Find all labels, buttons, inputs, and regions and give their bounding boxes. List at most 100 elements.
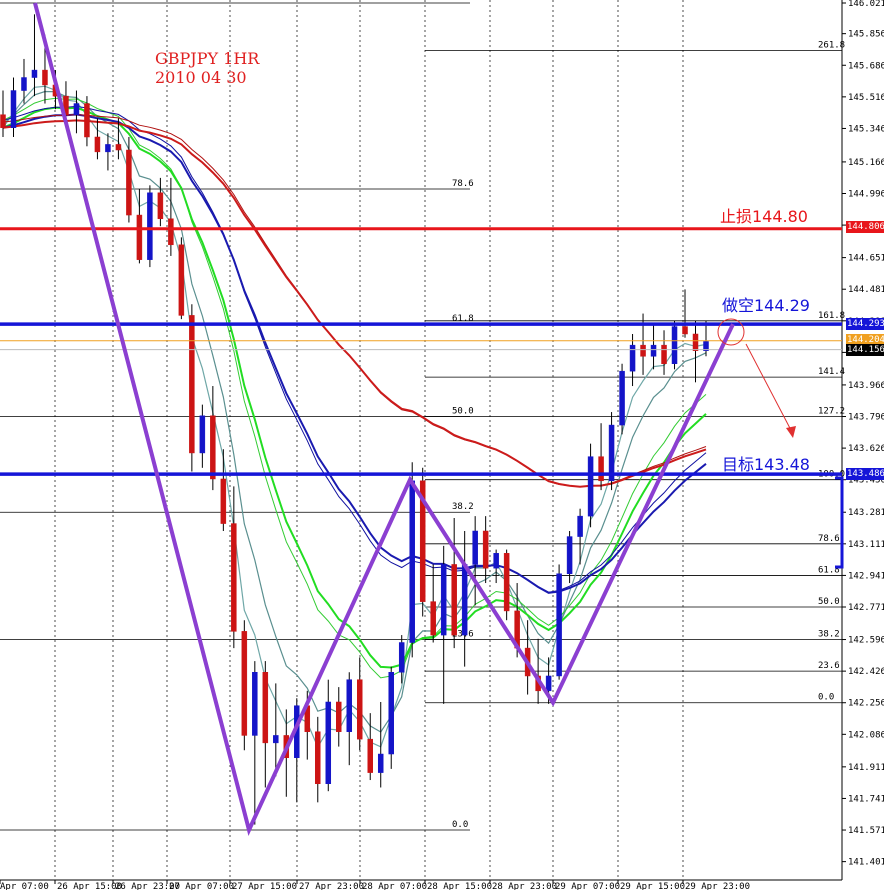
y-tick-label: 146.021	[848, 0, 884, 9]
candle-body-down	[661, 344, 667, 364]
candle-body-up	[409, 480, 415, 643]
candle-body-up	[21, 77, 27, 91]
candle-body-down	[220, 478, 227, 524]
candle-body-down	[451, 564, 457, 636]
candle-body-up	[73, 103, 80, 115]
chart-date-title: 2010 04 30	[155, 68, 247, 87]
short-price-badge: 144.293	[846, 318, 884, 330]
x-tick-label: 27 Apr 23:00	[299, 882, 364, 890]
candle-body-up	[31, 69, 38, 78]
target-range-bracket	[835, 476, 844, 569]
price-chart[interactable]: 146.021 145.856 145.686 145.516 145.346 145.1…	[0, 0, 884, 890]
x-tick-label: 28 Apr 23:00	[492, 882, 557, 890]
fibo-right-label: 23.6	[818, 661, 840, 671]
candle-body-up	[147, 192, 153, 260]
candle-body-down	[682, 326, 688, 335]
y-tick-label: 143.966	[848, 381, 884, 391]
ma-red-thick	[2, 119, 707, 488]
chart-stage: 146.021 145.856 145.686 145.516 145.346 145.1…	[0, 0, 884, 890]
candle-body-up	[398, 642, 405, 673]
bid-price-badge: 144.156	[846, 344, 884, 356]
y-tick-label: 145.166	[848, 158, 884, 168]
y-tick-label: 142.771	[848, 603, 884, 613]
candle-body-down	[42, 69, 48, 86]
candle-body-up	[105, 144, 111, 153]
y-tick-label: 144.996	[848, 189, 884, 199]
candle-body-down	[692, 333, 699, 351]
x-tick-label: 28 Apr 15:00	[427, 882, 492, 890]
y-tick-label: 145.346	[848, 124, 884, 134]
y-tick-label: 143.796	[848, 413, 884, 423]
y-tick-label: 142.941	[848, 571, 884, 581]
fibo-left-label: 0.0	[452, 820, 468, 830]
candle-body-down	[178, 244, 185, 316]
candle-body-up	[388, 671, 394, 755]
y-tick-label: 145.516	[848, 93, 884, 103]
candle-body-down	[157, 192, 164, 220]
y-tick-label: 142.596	[848, 636, 884, 646]
candle-body-down	[136, 214, 143, 260]
fibo-right-label: 38.2	[818, 630, 840, 640]
candle-body-up	[440, 564, 447, 636]
candle-body-up	[493, 553, 499, 569]
x-tick-label: 29 Apr 23:00	[685, 882, 750, 890]
y-tick-label: 141.401	[848, 858, 884, 868]
y-tick-label: 141.911	[848, 763, 884, 773]
fibo-left-label: 78.6	[452, 179, 474, 189]
x-tick-label: 26 Apr 15:00	[57, 882, 122, 890]
candle-body-up	[619, 370, 625, 426]
candle-body-up	[587, 456, 594, 517]
ma-blue-thick	[2, 113, 707, 594]
x-tick-label: 27 Apr 15:00	[232, 882, 297, 890]
candle-body-down	[430, 601, 436, 636]
candle-body-down	[115, 144, 122, 151]
y-tick-label: 142.426	[848, 667, 884, 677]
y-tick-label: 143.626	[848, 444, 884, 454]
y-tick-label: 145.686	[848, 61, 884, 71]
ma-red-thin	[2, 114, 707, 488]
chart-symbol-title: GBPJPY 1HR	[155, 49, 260, 68]
candle-body-up	[252, 671, 258, 736]
candle-body-down	[503, 553, 510, 612]
candle-body-up	[671, 326, 678, 364]
candle-body-down	[168, 218, 174, 246]
candle-body-up	[472, 530, 478, 565]
x-tick-label: Apr 07:00	[0, 882, 49, 890]
candle-body-down	[210, 415, 216, 480]
x-tick-label: 27 Apr 07:00	[169, 882, 234, 890]
x-tick-label: 29 Apr 15:00	[620, 882, 685, 890]
projection-arrow-shaft	[745, 343, 794, 435]
stop-price-badge: 144.806	[846, 221, 884, 233]
y-tick-label: 144.481	[848, 285, 884, 295]
target-price-badge: 143.486	[846, 468, 884, 480]
fibo-right-label: 50.0	[818, 597, 840, 607]
candle-body-up	[461, 564, 468, 636]
y-tick-label: 143.111	[848, 540, 884, 550]
x-tick-label: 29 Apr 07:00	[555, 882, 620, 890]
stop-loss-label: 止损144.80	[720, 207, 808, 226]
candle-body-up	[556, 573, 562, 677]
candle-body-down	[94, 136, 101, 153]
short-entry-label: 做空144.29	[722, 296, 810, 315]
candle-body-up	[629, 344, 636, 372]
fibo-left-label: 50.0	[452, 407, 474, 417]
y-tick-label: 142.086	[848, 730, 884, 740]
candle-body-up	[10, 90, 17, 128]
candle-body-up	[346, 679, 353, 732]
candle-body-up	[325, 701, 332, 785]
target-label: 目标143.48	[722, 455, 810, 474]
candle-body-down	[367, 738, 373, 773]
candle-body-up	[650, 344, 657, 357]
candle-body-down	[598, 456, 604, 482]
x-tick-label: 28 Apr 07:00	[362, 882, 427, 890]
candle-body-down	[84, 103, 90, 138]
candle-body-down	[482, 530, 489, 569]
candle-body-up	[545, 675, 552, 692]
y-tick-label: 145.856	[848, 30, 884, 40]
ma-fast-teal-2	[2, 90, 707, 733]
candle-body-down	[336, 701, 342, 732]
y-tick-label: 143.281	[848, 508, 884, 518]
candle-body-down	[241, 631, 248, 736]
fibo-right-label: 161.8	[818, 311, 845, 321]
projection-arrow-head	[786, 426, 796, 438]
